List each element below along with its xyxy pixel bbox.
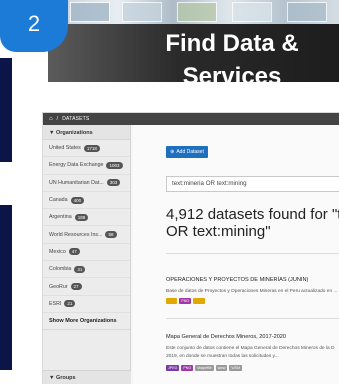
divider bbox=[166, 318, 339, 319]
facet-count-badge: 1718 bbox=[83, 144, 100, 152]
breadcrumb-bar: ⌂ / DATASETS bbox=[43, 113, 339, 125]
divider bbox=[166, 253, 339, 254]
filter-icon: ▼ bbox=[49, 130, 56, 136]
facet-sidebar: ▼ Organizations United States 1718 Energy… bbox=[43, 125, 131, 384]
photo-tile bbox=[177, 2, 217, 22]
show-more-organizations-link[interactable]: Show More Organizations bbox=[43, 313, 130, 330]
photo-tile bbox=[122, 2, 162, 22]
format-tag[interactable]: CSV bbox=[193, 298, 205, 304]
facet-item-esri[interactable]: ESRI 21 bbox=[43, 296, 130, 313]
facet-item-canada[interactable]: Canada 400 bbox=[43, 192, 130, 210]
facet-count-badge: 188 bbox=[74, 213, 89, 221]
facet-item-world-resources[interactable]: World Resources Ins... 58 bbox=[43, 226, 130, 244]
format-tag[interactable]: CSV bbox=[166, 298, 178, 304]
dataset-title-link[interactable]: Mapa General de Derechos Mineros, 2017-2… bbox=[166, 334, 286, 340]
dataset-title-link[interactable]: OPERACIONES Y PROYECTOS DE MINERÍAS (JUN… bbox=[166, 277, 308, 283]
facet-item-energy-data-exchange[interactable]: Energy Data Exchange 1003 bbox=[43, 157, 130, 175]
filter-icon: ▼ bbox=[49, 375, 56, 381]
facet-item-mexico[interactable]: Mexico 47 bbox=[43, 244, 130, 262]
title-line-2: Services bbox=[182, 63, 282, 82]
format-tag[interactable]: WSM bbox=[229, 365, 243, 371]
format-tag[interactable]: shapefile bbox=[195, 365, 214, 371]
facet-count-badge: 27 bbox=[70, 283, 82, 291]
facet-item-argentina[interactable]: Argentina 188 bbox=[43, 209, 130, 227]
format-tag[interactable]: JPEG bbox=[166, 365, 180, 371]
left-accent-bar-top bbox=[0, 58, 12, 162]
plus-icon: ⊕ bbox=[170, 149, 175, 155]
format-tags: CSV PNG CSV bbox=[166, 298, 205, 304]
facet-item-un-humanitarian[interactable]: UN Humanitarian Dat... 303 bbox=[43, 175, 130, 192]
add-dataset-button[interactable]: ⊕ Add Dataset bbox=[166, 146, 208, 158]
header-band: Find Data & Services bbox=[48, 24, 339, 82]
facet-count-badge: 58 bbox=[105, 231, 117, 239]
format-tag[interactable]: PNG bbox=[179, 298, 192, 304]
format-tag[interactable]: www bbox=[215, 365, 228, 371]
step-number-badge: 2 bbox=[0, 0, 68, 52]
breadcrumb-datasets[interactable]: DATASETS bbox=[62, 116, 89, 122]
header-photo-strip bbox=[62, 0, 339, 24]
dataset-description: Base de datos de Proyectos y Operaciones… bbox=[166, 289, 338, 294]
results-area: ⊕ Add Dataset text:mineria OR text:minin… bbox=[133, 125, 339, 384]
facet-item-colombia[interactable]: Colombia 31 bbox=[43, 261, 130, 279]
facet-count-badge: 31 bbox=[74, 265, 86, 273]
groups-facet-heading[interactable]: ▼ Groups bbox=[43, 370, 131, 384]
left-accent-bar-bottom bbox=[0, 205, 12, 370]
results-count-heading: 4,912 datasets found for "text:miner OR … bbox=[166, 206, 339, 240]
title-line-1: Find Data & bbox=[165, 30, 299, 57]
format-tags: JPEG PNG shapefile www WSM bbox=[166, 365, 243, 371]
facet-count-badge: 1003 bbox=[106, 161, 123, 169]
datasets-screenshot-panel: ⌂ / DATASETS ▼ Organizations United Stat… bbox=[42, 112, 339, 384]
organizations-facet-heading: ▼ Organizations bbox=[43, 125, 130, 140]
facet-count-badge: 47 bbox=[68, 248, 80, 256]
dataset-description: Este conjunto de datos contiene el Mapa … bbox=[166, 346, 335, 359]
search-input[interactable]: text:mineria OR text:mining bbox=[166, 176, 339, 192]
photo-tile bbox=[287, 2, 327, 22]
facet-count-badge: 400 bbox=[70, 196, 85, 204]
page-title: Find Data & Services bbox=[127, 27, 337, 82]
facet-item-united-states[interactable]: United States 1718 bbox=[43, 140, 130, 158]
format-tag[interactable]: PNG bbox=[181, 365, 194, 371]
facet-count-badge: 303 bbox=[106, 179, 121, 187]
photo-tile bbox=[232, 2, 272, 22]
photo-tile bbox=[70, 2, 110, 22]
facet-count-badge: 21 bbox=[64, 300, 76, 308]
facet-item-georur[interactable]: GeoRur 27 bbox=[43, 278, 130, 296]
home-icon[interactable]: ⌂ bbox=[49, 116, 53, 122]
